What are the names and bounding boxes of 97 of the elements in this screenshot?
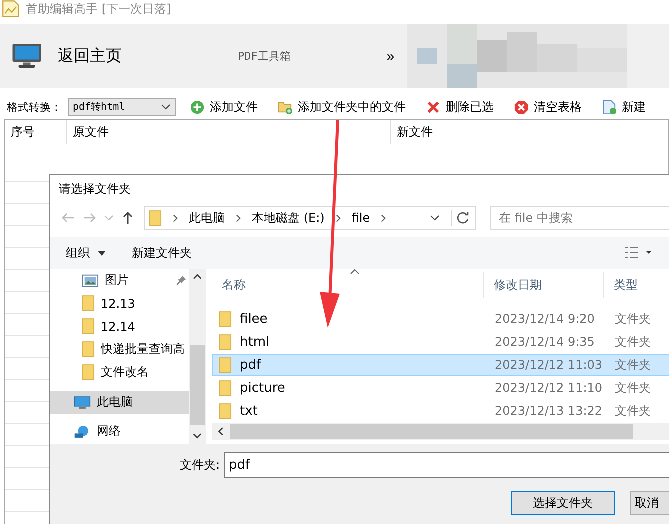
scroll-up-icon [193, 274, 202, 280]
column-header[interactable]: 类型 [604, 272, 664, 298]
address-bar[interactable]: 此电脑 本地磁盘 (E:) file [144, 206, 476, 230]
app-icon [2, 0, 20, 18]
file-name: filee [240, 312, 268, 327]
chevron-down-icon[interactable] [430, 215, 440, 221]
nav-item[interactable]: 快递批量查询高 [50, 338, 189, 361]
nav-item[interactable]: 网络 [50, 420, 189, 443]
cross-icon [426, 100, 441, 114]
file-row[interactable]: txt 2023/12/13 13:22 文件夹 [212, 400, 669, 422]
column-header: 原文件 [67, 120, 391, 144]
toolbar-button[interactable]: 添加文件 [184, 95, 264, 119]
refresh-icon[interactable] [451, 210, 471, 226]
new-file-icon [602, 100, 617, 114]
nav-label: 文件改名 [101, 364, 149, 381]
file-name: pdf [240, 358, 262, 373]
monitor-icon [12, 43, 42, 69]
new-folder-button[interactable]: 新建文件夹 [126, 240, 198, 266]
format-label: 格式转换： [7, 100, 62, 114]
dialog-title: 请选择文件夹 [58, 181, 132, 198]
file-row[interactable]: pdf 2023/12/12 11:03 文件夹 [212, 354, 669, 376]
scrollbar[interactable] [189, 269, 206, 444]
window-title: 首助编辑高手 [下一次日落] [26, 0, 172, 18]
section-title: PDF工具箱 [238, 48, 291, 64]
file-date: 2023/12/12 11:03 [494, 358, 604, 372]
file-date: 2023/12/13 13:22 [494, 404, 604, 418]
folder-label: 文件夹: [180, 456, 220, 474]
folder-icon [82, 364, 95, 381]
toolbar-button[interactable]: 清空表格 [508, 95, 588, 119]
nav-label: 此电脑 [97, 394, 133, 411]
dialog-button[interactable]: 选择文件夹 [511, 491, 615, 515]
column-header[interactable]: 修改日期 [484, 272, 604, 298]
folder-icon [149, 210, 162, 226]
dialog-button[interactable]: 取消 [630, 491, 669, 515]
file-row[interactable]: filee 2023/12/14 9:20 文件夹 [212, 308, 669, 330]
folder-icon [219, 310, 232, 328]
folder-icon [219, 402, 232, 420]
home-button[interactable]: 返回主页 [0, 31, 122, 81]
chevron-down-icon [161, 104, 171, 110]
chevron-right-icon[interactable] [236, 214, 241, 222]
file-type: 文件夹 [614, 334, 652, 351]
file-date: 2023/12/14 9:35 [494, 335, 596, 350]
chevron-right-icon[interactable] [336, 214, 341, 222]
chevron-right-icon[interactable] [381, 214, 386, 222]
folder-icon [219, 380, 232, 397]
nav-item[interactable]: 12.13 [50, 292, 189, 315]
column-header: 新文件 [396, 124, 433, 141]
file-row[interactable]: html 2023/12/14 9:35 文件夹 [212, 331, 669, 354]
view-options-icon[interactable] [624, 246, 654, 260]
image-icon [82, 274, 99, 288]
horizontal-scrollbar[interactable] [212, 423, 669, 440]
organize-button[interactable]: 组织 [60, 240, 112, 266]
file-type: 文件夹 [614, 356, 652, 374]
clear-icon [514, 100, 529, 114]
file-name: picture [240, 380, 286, 396]
nav-item[interactable]: 12.14 [50, 315, 189, 338]
file-row[interactable]: picture 2023/12/12 11:10 文件夹 [212, 377, 669, 400]
file-date: 2023/12/14 9:20 [494, 312, 596, 326]
toolbar-button[interactable]: 删除已选 [420, 95, 500, 119]
file-name: txt [240, 404, 258, 419]
caret-icon [98, 250, 106, 256]
toolbar-button[interactable]: 添加文件夹中的文件 [272, 95, 412, 119]
file-type: 文件夹 [614, 380, 652, 397]
toolbar-button[interactable]: 新建 [596, 95, 652, 119]
chevron-right-icon[interactable] [173, 214, 178, 222]
breadcrumb-item[interactable]: file [352, 211, 370, 225]
file-name: html [240, 334, 270, 350]
column-header: 序号 [5, 120, 67, 144]
nav-label: 快递批量查询高 [101, 341, 185, 358]
format-dropdown[interactable]: pdf转html [68, 98, 176, 116]
file-date: 2023/12/12 11:10 [494, 381, 604, 396]
nav-item[interactable]: 此电脑 [50, 391, 189, 414]
folder-icon [82, 318, 95, 335]
folder-field[interactable]: pdf [224, 452, 669, 478]
file-type: 文件夹 [614, 310, 652, 328]
sort-caret-icon [350, 269, 360, 275]
nav-label: 12.14 [101, 320, 136, 334]
folder-icon [219, 334, 232, 351]
globe-icon [74, 424, 91, 438]
nav-label: 图片 [105, 272, 129, 289]
scroll-left-icon [218, 427, 224, 436]
folder-add-icon [278, 100, 293, 114]
breadcrumb-item[interactable]: 此电脑 [189, 210, 225, 226]
scroll-down-icon [193, 433, 202, 439]
plus-icon [190, 100, 205, 114]
folder-icon [82, 341, 95, 358]
nav-label: 网络 [97, 423, 121, 440]
folder-icon [82, 295, 95, 312]
nav-item[interactable]: 文件改名 [50, 361, 189, 384]
more-button[interactable]: » [382, 41, 399, 71]
breadcrumb-item[interactable]: 本地磁盘 (E:) [252, 210, 325, 226]
folder-icon [219, 356, 232, 374]
nav-label: 12.13 [101, 296, 136, 310]
nav-item[interactable]: 图片 [50, 269, 189, 292]
search-field[interactable]: 在 file 中搜索 [490, 206, 669, 230]
file-type: 文件夹 [614, 402, 652, 420]
computer-icon [74, 396, 91, 410]
